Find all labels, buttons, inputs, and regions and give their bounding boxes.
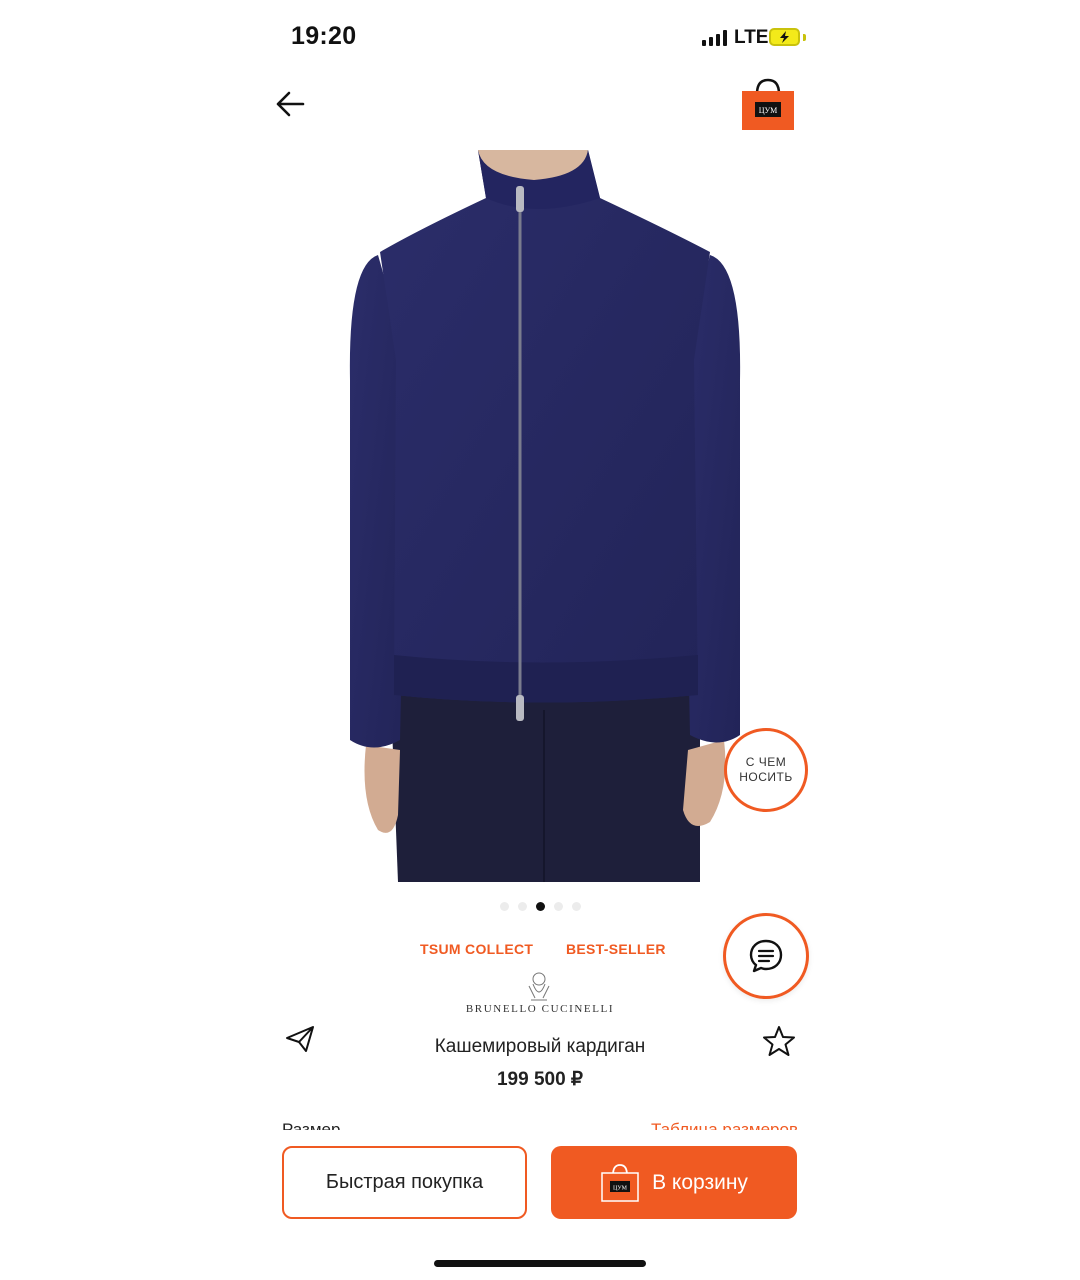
tag-tsum-collect: TSUM COLLECT bbox=[420, 941, 534, 957]
size-label: Размер bbox=[282, 1120, 341, 1130]
product-price: 199 500 ₽ bbox=[496, 1069, 584, 1090]
gallery-pagination bbox=[500, 902, 581, 911]
battery-icon bbox=[769, 28, 800, 46]
tag-best-seller: BEST-SELLER bbox=[566, 941, 666, 957]
network-type: LTE bbox=[734, 27, 769, 48]
gallery-dot[interactable] bbox=[500, 902, 509, 911]
size-table-link[interactable]: Таблица размеров bbox=[651, 1120, 798, 1130]
shopping-bag-icon: ЦУМ bbox=[601, 1163, 639, 1202]
cardigan-photo bbox=[349, 150, 741, 882]
product-image[interactable] bbox=[338, 150, 752, 882]
brand-logo-emblem bbox=[525, 970, 553, 1002]
svg-text:ЦУМ: ЦУМ bbox=[759, 106, 778, 115]
back-button[interactable] bbox=[272, 86, 308, 122]
add-to-cart-button[interactable]: ЦУМ В корзину bbox=[551, 1146, 797, 1219]
svg-text:ЦУМ: ЦУМ bbox=[613, 1185, 628, 1191]
battery-tip bbox=[803, 34, 806, 41]
gallery-dot[interactable] bbox=[572, 902, 581, 911]
gallery-dot-active[interactable] bbox=[536, 902, 545, 911]
arrow-left-icon bbox=[276, 91, 305, 117]
brand-name[interactable]: BRUNELLO CUCINELLI bbox=[430, 1003, 650, 1015]
what-to-wear-button[interactable]: С ЧЕМ НОСИТЬ bbox=[724, 728, 808, 812]
size-row: Размер Таблица размеров bbox=[282, 1120, 798, 1130]
signal-icon bbox=[702, 30, 728, 46]
star-icon bbox=[763, 1026, 795, 1056]
chat-bubble-icon bbox=[749, 939, 783, 973]
product-title: Кашемировый кардиган bbox=[434, 1036, 646, 1057]
gallery-dot[interactable] bbox=[554, 902, 563, 911]
wear-line1: С ЧЕМ bbox=[745, 755, 787, 769]
gallery-dot[interactable] bbox=[518, 902, 527, 911]
favorite-button[interactable] bbox=[762, 1024, 796, 1058]
paper-plane-icon bbox=[286, 1026, 314, 1052]
status-time: 19:20 bbox=[291, 22, 357, 50]
quick-buy-button[interactable]: Быстрая покупка bbox=[282, 1146, 527, 1219]
quick-buy-label: Быстрая покупка bbox=[325, 1171, 484, 1193]
share-button[interactable] bbox=[284, 1024, 316, 1054]
wear-line2: НОСИТЬ bbox=[739, 770, 793, 784]
home-indicator[interactable] bbox=[434, 1260, 646, 1267]
cart-bag-button[interactable]: ЦУМ bbox=[740, 78, 796, 132]
add-to-cart-label: В корзину bbox=[652, 1170, 748, 1194]
shopping-bag-icon: ЦУМ bbox=[742, 78, 794, 130]
chat-button[interactable] bbox=[723, 913, 809, 999]
